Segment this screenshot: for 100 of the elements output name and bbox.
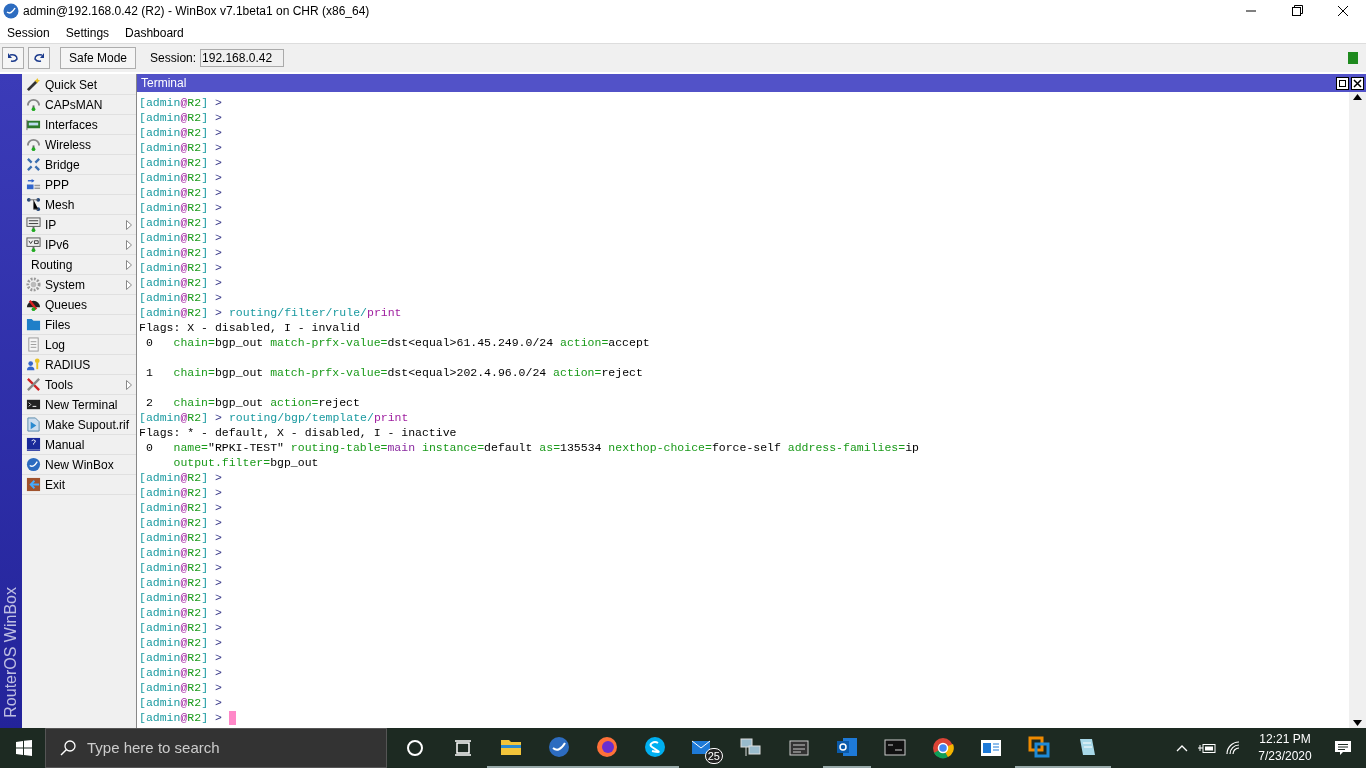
terminal-prompt: [admin@R2] > xyxy=(139,230,222,245)
sidebar-item[interactable]: Log xyxy=(22,335,136,355)
terminal-prompt: [admin@R2] > xyxy=(139,515,222,530)
sidebar-item[interactable]: PPP xyxy=(22,175,136,195)
scroll-down-icon[interactable] xyxy=(1353,720,1362,726)
document-icon xyxy=(26,337,41,352)
sidebar-item[interactable]: Queues xyxy=(22,295,136,315)
notifications-icon[interactable] xyxy=(1334,740,1352,756)
browser-icon xyxy=(931,736,955,760)
sidebar-item[interactable]: Routing xyxy=(22,255,136,275)
sidebar-item[interactable]: Quick Set xyxy=(22,75,136,95)
terminal-prompt: [admin@R2] > xyxy=(139,575,222,590)
terminal-prompt: [admin@R2] > xyxy=(139,605,222,620)
sidebar-item[interactable]: System xyxy=(22,275,136,295)
ip-icon xyxy=(26,217,41,232)
sidebar-label: Log xyxy=(45,336,66,354)
redo-button[interactable] xyxy=(28,47,50,69)
scrollbar[interactable] xyxy=(1349,92,1366,728)
sidebar-item[interactable]: Wireless xyxy=(22,135,136,155)
terminal-line: chain=bgp_out match-prfx-value=dst<equal>61.45.249.0/24 action=accept xyxy=(173,335,650,350)
sidebar-label: Make Supout.rif xyxy=(45,416,130,434)
terminal-prompt: [admin@R2] > xyxy=(139,170,222,185)
gear-icon xyxy=(26,277,41,292)
sidebar-item[interactable]: Tools xyxy=(22,375,136,395)
close-icon[interactable] xyxy=(1351,76,1364,90)
sidebar-label: Queues xyxy=(45,296,88,314)
sidebar-item[interactable]: IP xyxy=(22,215,136,235)
clock-date[interactable]: 7/23/2020 xyxy=(1258,748,1312,765)
scroll-up-icon[interactable] xyxy=(1353,94,1362,100)
taskbar-button[interactable]: 25 xyxy=(679,728,727,768)
terminal-prompt: [admin@R2] > xyxy=(139,260,222,275)
terminal-prompt: [admin@R2] > xyxy=(139,140,222,155)
network-card-icon xyxy=(26,117,41,132)
terminal-prompt: [admin@R2] > xyxy=(139,710,222,725)
sidebar-label: New WinBox xyxy=(45,456,114,474)
terminal-prompt: [admin@R2] > xyxy=(139,305,222,320)
exit-icon xyxy=(26,477,41,492)
undo-button[interactable] xyxy=(2,47,24,69)
user-key-icon xyxy=(26,357,41,372)
menu-item[interactable]: Settings xyxy=(65,23,110,42)
terminal-prompt: [admin@R2] > xyxy=(139,530,222,545)
sidebar-label: System xyxy=(45,276,85,294)
terminal-line: Flags: X - disabled, I - invalid xyxy=(139,320,361,335)
arrows-icon xyxy=(26,157,41,172)
sidebar-label: New Terminal xyxy=(45,396,118,414)
menu-item[interactable]: Session xyxy=(7,23,50,42)
start-icon[interactable] xyxy=(16,740,32,756)
terminal-prompt: [admin@R2] > xyxy=(139,650,222,665)
sidebar-item[interactable]: New Terminal xyxy=(22,395,136,415)
search-icon xyxy=(60,740,76,756)
folder-icon xyxy=(26,317,41,332)
terminal-icon xyxy=(26,397,41,412)
menu-item[interactable]: Dashboard xyxy=(125,23,184,42)
file-arrow-icon xyxy=(26,417,41,432)
sidebar-item[interactable]: New WinBox xyxy=(22,455,136,475)
terminal-prompt: [admin@R2] > xyxy=(139,620,222,635)
antenna-icon xyxy=(26,97,41,112)
sidebar-item[interactable]: Bridge xyxy=(22,155,136,175)
sidebar-item[interactable]: Files xyxy=(22,315,136,335)
sidebar-item[interactable]: Interfaces xyxy=(22,115,136,135)
terminal-prompt: [admin@R2] > xyxy=(139,410,222,425)
sidebar-item[interactable]: Exit xyxy=(22,475,136,495)
line-index: 1 xyxy=(144,365,154,380)
wifi-icon[interactable] xyxy=(1226,741,1242,755)
terminal-prompt: [admin@R2] > xyxy=(139,635,222,650)
safe-mode-button[interactable]: Safe Mode xyxy=(60,47,137,69)
sidebar-label: Mesh xyxy=(45,196,75,214)
restore-icon[interactable] xyxy=(1336,76,1349,90)
terminal-prompt: [admin@R2] > xyxy=(139,110,222,125)
sidebar-label: IPv6 xyxy=(45,236,69,254)
battery-icon[interactable] xyxy=(1198,742,1216,754)
clock-time[interactable]: 12:21 PM xyxy=(1259,731,1311,748)
line-index: 0 xyxy=(144,440,154,455)
session-label: Session: xyxy=(150,50,197,67)
terminal-prompt: [admin@R2] > xyxy=(139,470,222,485)
terminal-prompt: [admin@R2] > xyxy=(139,560,222,575)
sidebar-item[interactable]: IPv6 xyxy=(22,235,136,255)
sidebar-item[interactable]: CAPsMAN xyxy=(22,95,136,115)
sidebar-label: Bridge xyxy=(45,156,80,174)
terminal-prompt: [admin@R2] > xyxy=(139,680,222,695)
sidebar-label: Manual xyxy=(45,436,85,454)
terminal-prompt: [admin@R2] > xyxy=(139,290,222,305)
sidebar-label: Routing xyxy=(31,256,73,274)
sidebar-item[interactable]: Mesh xyxy=(22,195,136,215)
terminal-line: chain=bgp_out action=reject xyxy=(173,395,360,410)
app-logo-icon xyxy=(3,3,19,19)
terminal-title: Terminal xyxy=(141,75,187,92)
search-field[interactable]: Type here to search xyxy=(45,728,387,768)
terminal-command: routing/filter/rule/print xyxy=(228,305,402,320)
redo-icon xyxy=(33,52,45,64)
sidebar-item[interactable]: RADIUS xyxy=(22,355,136,375)
sidebar-item[interactable]: Manual xyxy=(22,435,136,455)
brand-label: RouterOS WinBox xyxy=(1,587,20,718)
terminal-line: chain=bgp_out match-prfx-value=dst<equal>202.4.96.0/24 action=reject xyxy=(173,365,643,380)
sidebar-item[interactable]: Make Supout.rif xyxy=(22,415,136,435)
session-field[interactable]: 192.168.0.42 xyxy=(200,49,285,67)
chevron-up-icon[interactable] xyxy=(1176,744,1188,752)
terminal-prompt: [admin@R2] > xyxy=(139,500,222,515)
sidebar-label: IP xyxy=(45,216,57,234)
terminal-prompt: [admin@R2] > xyxy=(139,95,222,110)
